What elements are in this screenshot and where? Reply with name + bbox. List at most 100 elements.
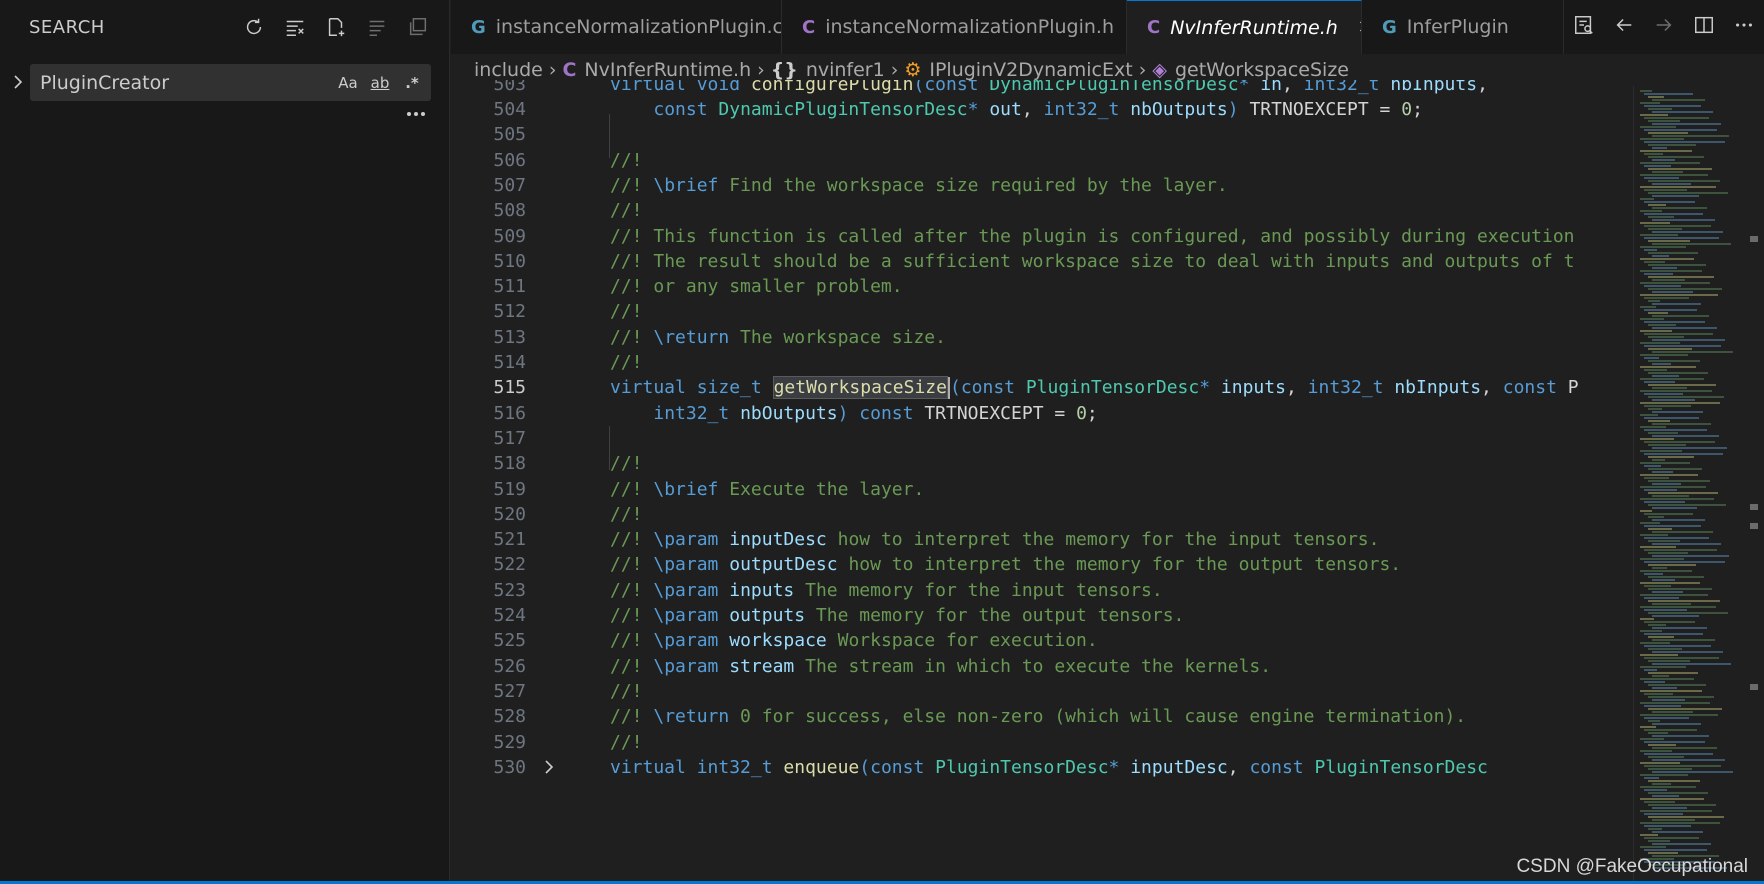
breadcrumb-method[interactable]: getWorkspaceSize	[1175, 59, 1349, 81]
minimap-line	[1652, 687, 1677, 689]
code-line[interactable]: 525 //! \param workspace Workspace for ex…	[451, 627, 1633, 656]
tab-instance-normalization-cpp[interactable]: G instanceNormalizationPlugin.cpp	[451, 0, 782, 54]
tab-nvinferruntime-h[interactable]: C NvInferRuntime.h ✕	[1127, 0, 1362, 54]
minimap-line	[1652, 267, 1677, 269]
code-line[interactable]: 509 //! This function is called after the…	[451, 222, 1633, 251]
code-line[interactable]: 530 virtual int32_t enqueue(const PluginT…	[451, 753, 1633, 782]
minimap-line	[1644, 453, 1723, 455]
minimap-line	[1652, 651, 1723, 653]
minimap-line	[1648, 432, 1678, 434]
code-line[interactable]: 524 //! \param outputs The memory for the…	[451, 601, 1633, 630]
minimap-line	[1652, 183, 1691, 185]
clear-results-icon[interactable]	[280, 12, 310, 42]
code-line[interactable]: 519 //! \brief Execute the layer.	[451, 475, 1633, 504]
minimap-line	[1648, 780, 1700, 782]
code-line[interactable]: 520 //!	[451, 500, 1633, 529]
code-line[interactable]: 518 //!	[451, 450, 1633, 479]
line-number: 528	[493, 706, 526, 728]
vertical-scrollbar[interactable]	[1745, 86, 1764, 884]
minimap-line	[1640, 750, 1672, 752]
minimap-line	[1648, 108, 1672, 110]
minimap-line	[1644, 153, 1663, 155]
minimap-line	[1640, 714, 1718, 716]
line-number: 517	[493, 427, 526, 449]
minimap-line	[1644, 189, 1687, 191]
match-case-toggle[interactable]: Aa	[335, 70, 361, 96]
minimap-line	[1644, 513, 1693, 515]
more-options-icon[interactable]	[401, 104, 431, 124]
code-text: //!	[610, 503, 643, 525]
minimap-line	[1648, 264, 1706, 266]
line-number: 523	[493, 579, 526, 601]
minimap-line	[1652, 603, 1691, 605]
code-text: //! \param stream The stream in which to…	[610, 655, 1272, 677]
minimap-line	[1652, 639, 1715, 641]
search-input[interactable]	[40, 64, 320, 101]
code-line[interactable]: 523 //! \param inputs The memory for the …	[451, 576, 1633, 605]
code-line[interactable]: 521 //! \param inputDesc how to interpret…	[451, 525, 1633, 554]
open-changes-icon[interactable]	[1573, 14, 1595, 40]
toggle-replace-chevron-icon[interactable]	[8, 72, 28, 92]
code-line[interactable]: 512 //!	[451, 298, 1633, 327]
chevron-right-icon: ›	[548, 59, 557, 81]
minimap-line	[1644, 657, 1719, 659]
code-line[interactable]: 527 //!	[451, 677, 1633, 706]
code-line[interactable]: 529 //!	[451, 728, 1633, 757]
code-line[interactable]: 504 const DynamicPluginTensorDesc * out, …	[451, 95, 1633, 124]
refresh-icon[interactable]	[239, 12, 269, 42]
minimap-line	[1644, 429, 1707, 431]
chevron-right-icon: ›	[757, 59, 765, 81]
minimap-line	[1644, 345, 1721, 347]
line-number: 506	[493, 149, 526, 171]
code-editor[interactable]: 503 virtual void configurePlugin(const Dy…	[451, 80, 1633, 884]
code-line[interactable]: 513 //! \return The workspace size.	[451, 323, 1633, 352]
minimap-line	[1648, 252, 1698, 254]
view-as-tree-icon[interactable]	[403, 12, 433, 42]
minimap-line	[1640, 114, 1668, 116]
minimap-line	[1652, 399, 1695, 401]
cpp-file-icon: G	[1382, 16, 1397, 38]
code-line[interactable]: 528 //! \return 0 for success, else non-z…	[451, 703, 1633, 732]
line-number: 520	[493, 503, 526, 525]
code-line[interactable]: 505	[451, 121, 1633, 150]
breadcrumb-file[interactable]: NvInferRuntime.h	[584, 59, 751, 81]
go-back-icon[interactable]	[1613, 14, 1635, 40]
code-line[interactable]: 510 //! The result should be a sufficient…	[451, 247, 1633, 276]
minimap-line	[1648, 456, 1694, 458]
go-forward-icon[interactable]	[1653, 14, 1675, 40]
minimap[interactable]	[1633, 86, 1745, 884]
code-text: //! \param workspace Workspace for execu…	[610, 630, 1098, 652]
code-line[interactable]: 522 //! \param outputDesc how to interpre…	[451, 551, 1633, 580]
code-line[interactable]: 517	[451, 424, 1633, 453]
code-line[interactable]: 507 //! \brief Find the workspace size re…	[451, 171, 1633, 200]
code-line[interactable]: 514 //!	[451, 348, 1633, 377]
more-actions-icon[interactable]	[1733, 14, 1755, 40]
line-number: 505	[493, 124, 526, 146]
split-editor-icon[interactable]	[1693, 14, 1715, 40]
code-line[interactable]: 506 //!	[451, 146, 1633, 175]
minimap-line	[1640, 354, 1688, 356]
breadcrumb-folder[interactable]: include	[474, 59, 543, 81]
minimap-line	[1648, 96, 1664, 98]
collapse-all-icon[interactable]	[362, 12, 392, 42]
fold-chevron-icon[interactable]	[539, 757, 559, 777]
code-line[interactable]: 508 //!	[451, 197, 1633, 226]
minimap-line	[1640, 198, 1654, 200]
new-search-editor-icon[interactable]	[321, 12, 351, 42]
code-line[interactable]: 516 int32_t nbOutputs) const TRTNOEXCEPT…	[451, 399, 1633, 428]
breadcrumb-namespace[interactable]: nvinfer1	[806, 59, 885, 81]
tab-instance-normalization-h[interactable]: C instanceNormalizationPlugin.h	[782, 0, 1127, 54]
code-line[interactable]: 511 //! or any smaller problem.	[451, 272, 1633, 301]
minimap-line	[1648, 648, 1682, 650]
breadcrumb-class[interactable]: IPluginV2DynamicExt	[929, 59, 1132, 81]
regex-toggle[interactable]: .*	[399, 70, 425, 96]
code-line[interactable]: 526 //! \param stream The stream in which…	[451, 652, 1633, 681]
whole-word-toggle[interactable]: ab	[367, 70, 393, 96]
minimap-line	[1644, 549, 1717, 551]
minimap-line	[1652, 243, 1731, 245]
minimap-line	[1644, 825, 1691, 827]
code-text: //!	[610, 352, 643, 374]
code-line[interactable]: 515 virtual size_t getWorkspaceSize(const…	[451, 374, 1633, 403]
tab-inferplugin[interactable]: G InferPlugin	[1362, 0, 1564, 54]
minimap-line	[1640, 426, 1666, 428]
